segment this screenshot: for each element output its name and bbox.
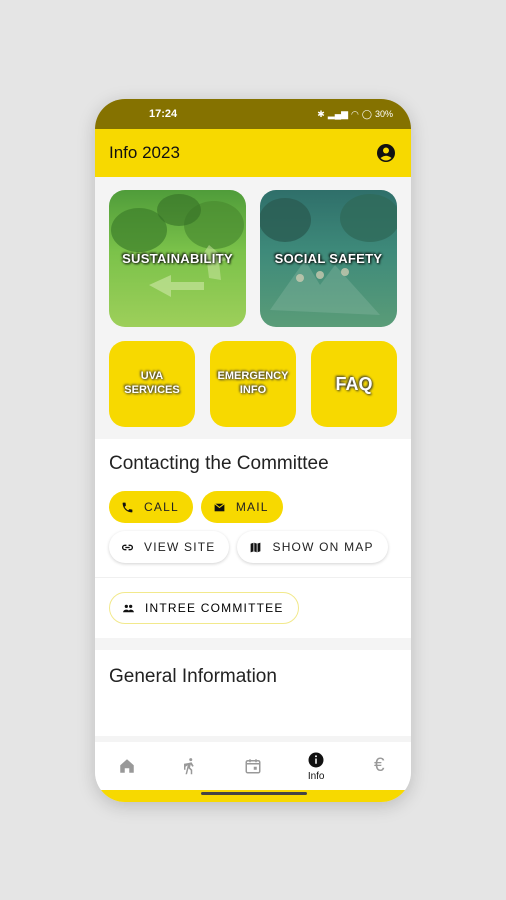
bluetooth-icon: ✱ <box>317 108 325 119</box>
divider <box>95 577 411 578</box>
phone-icon <box>122 502 133 512</box>
signal-icon: ▂▄▆ <box>327 108 349 119</box>
tile-grid: SUSTAINABILITY SOCIAL SAFETY UVA SERVICE… <box>95 177 411 439</box>
bottom-nav: Info € <box>95 742 411 790</box>
status-time: 17:24 <box>149 108 178 120</box>
sustainability-tile[interactable]: SUSTAINABILITY <box>109 190 246 327</box>
home-indicator[interactable] <box>201 792 307 795</box>
contact-heading: Contacting the Committee <box>109 453 329 474</box>
social-safety-label: SOCIAL SAFETY <box>274 251 383 266</box>
faq-tile[interactable]: FAQ <box>311 341 397 427</box>
home-icon <box>119 759 134 773</box>
mail-button[interactable]: MAIL <box>200 491 283 523</box>
show-on-map-label: SHOW ON MAP <box>272 540 374 554</box>
view-site-label: VIEW SITE <box>144 540 216 554</box>
emergency-info-tile[interactable]: EMERGENCY INFO <box>210 341 296 427</box>
social-safety-tile[interactable]: SOCIAL SAFETY <box>260 190 397 327</box>
section-gap <box>95 638 411 650</box>
uva-services-tile[interactable]: UVA SERVICES <box>109 341 195 427</box>
general-info-heading: General Information <box>109 666 277 687</box>
calendar-icon <box>245 759 261 774</box>
battery-icon: ◯ <box>361 108 372 119</box>
sustainability-label: SUSTAINABILITY <box>122 251 233 266</box>
committee-label: INTREE COMMITTEE <box>145 601 284 615</box>
show-on-map-button[interactable]: SHOW ON MAP <box>237 531 388 563</box>
map-icon <box>251 542 261 552</box>
general-info-card: General Information <box>95 650 411 736</box>
uva-services-label: UVA SERVICES <box>124 370 180 396</box>
call-label: CALL <box>144 500 179 514</box>
view-site-button[interactable]: VIEW SITE <box>109 531 230 563</box>
wifi-icon: ◠ <box>351 108 359 119</box>
battery-level: 30% <box>374 109 393 119</box>
link-icon <box>121 544 134 550</box>
nav-activities[interactable] <box>165 744 215 788</box>
emergency-info-label: EMERGENCY INFO <box>217 370 289 396</box>
nav-info-label: Info <box>307 770 325 782</box>
call-button[interactable]: CALL <box>109 491 193 523</box>
committee-button[interactable]: INTREE COMMITTEE <box>109 592 299 624</box>
info-icon <box>308 752 324 767</box>
page-title: Info 2023 <box>109 143 180 162</box>
nav-home[interactable] <box>102 744 152 788</box>
nav-calendar[interactable] <box>228 744 278 788</box>
nav-finance[interactable]: € <box>354 744 404 788</box>
contact-card: Contacting the Committee CALL MAIL VIEW … <box>95 439 411 638</box>
euro-icon: € <box>374 755 385 776</box>
faq-label: FAQ <box>335 373 373 394</box>
mail-icon <box>214 502 225 511</box>
status-bar: 17:24 ✱ ▂▄▆ ◠ ◯ 30% <box>95 99 411 129</box>
status-icons: ✱ ▂▄▆ ◠ ◯ 30% <box>317 109 393 120</box>
mail-label: MAIL <box>235 500 269 514</box>
group-icon <box>123 604 134 612</box>
app-bar: Info 2023 <box>95 129 411 177</box>
nav-info[interactable]: Info <box>291 744 341 788</box>
walking-person-icon <box>183 758 194 775</box>
account-circle-icon[interactable] <box>375 142 397 164</box>
phone-frame: 17:24 ✱ ▂▄▆ ◠ ◯ 30% Info 2023 SUSTAINABI… <box>95 99 411 802</box>
